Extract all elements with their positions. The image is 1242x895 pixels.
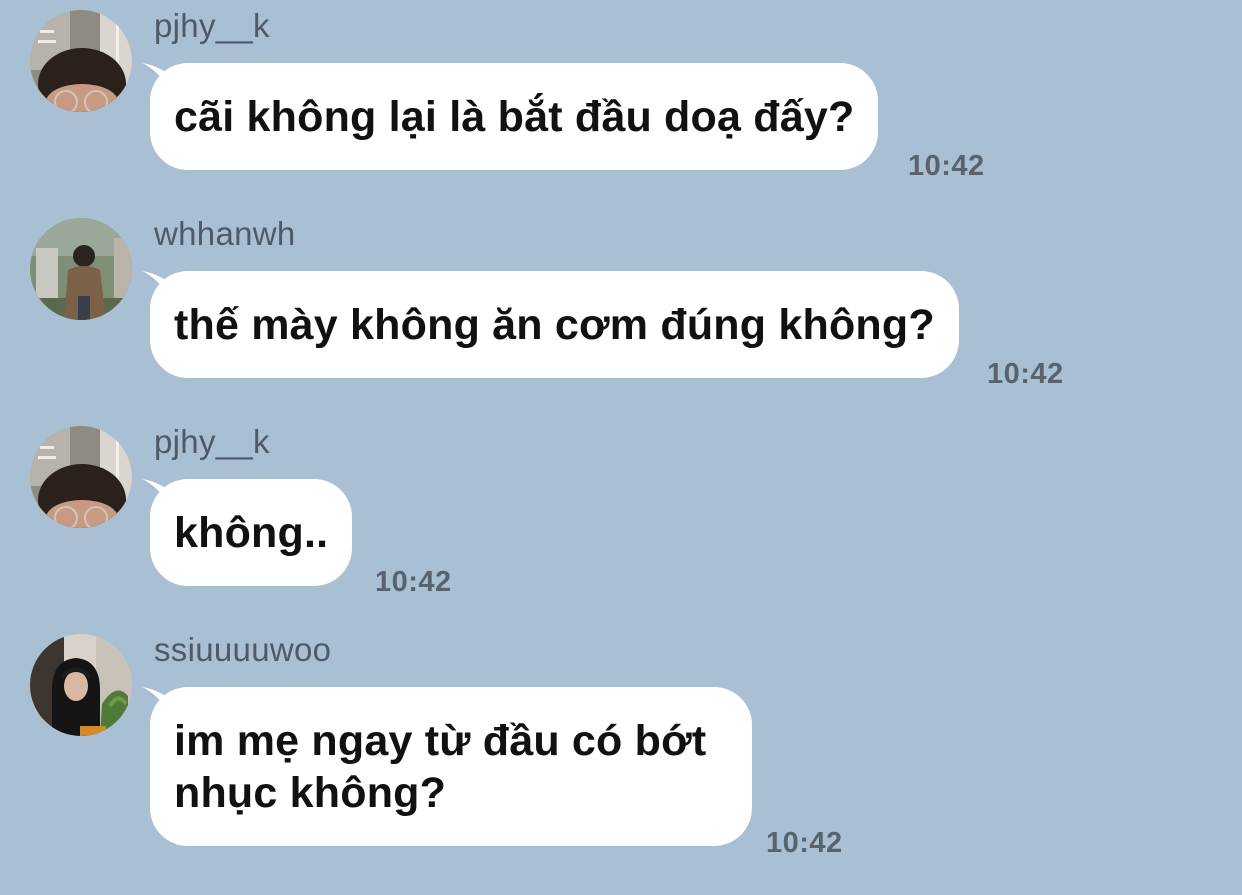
avatar[interactable] [30,218,132,320]
avatar[interactable] [30,10,132,112]
message-bubble[interactable]: thế mày không ăn cơm đúng không? [150,271,959,378]
message-bubble[interactable]: cãi không lại là bắt đầu doạ đấy? [150,63,879,170]
message-timestamp: 10:42 [766,827,843,859]
chat-message-list[interactable]: pjhy__k cãi không lại là bắt đầu doạ đấy… [0,0,1242,895]
avatar[interactable] [30,634,132,736]
profile-photo-hooded-person-icon [30,634,132,736]
profile-photo-outdoor-street-icon [30,218,132,320]
profile-photo-boy-glasses-icon [30,426,132,528]
avatar[interactable] [30,426,132,528]
profile-photo-boy-glasses-icon [30,10,132,112]
sender-name: ssiuuuuwoo [154,631,332,668]
message-timestamp: 10:42 [375,566,452,598]
message-timestamp: 10:42 [987,358,1064,390]
message-bubble[interactable]: không.. [150,479,353,586]
sender-name: whhanwh [154,215,296,252]
message-timestamp: 10:42 [908,150,985,182]
sender-name: pjhy__k [154,423,270,460]
message-bubble[interactable]: im mẹ ngay từ đầu có bớt nhục không? [150,687,752,846]
sender-name: pjhy__k [154,7,270,44]
